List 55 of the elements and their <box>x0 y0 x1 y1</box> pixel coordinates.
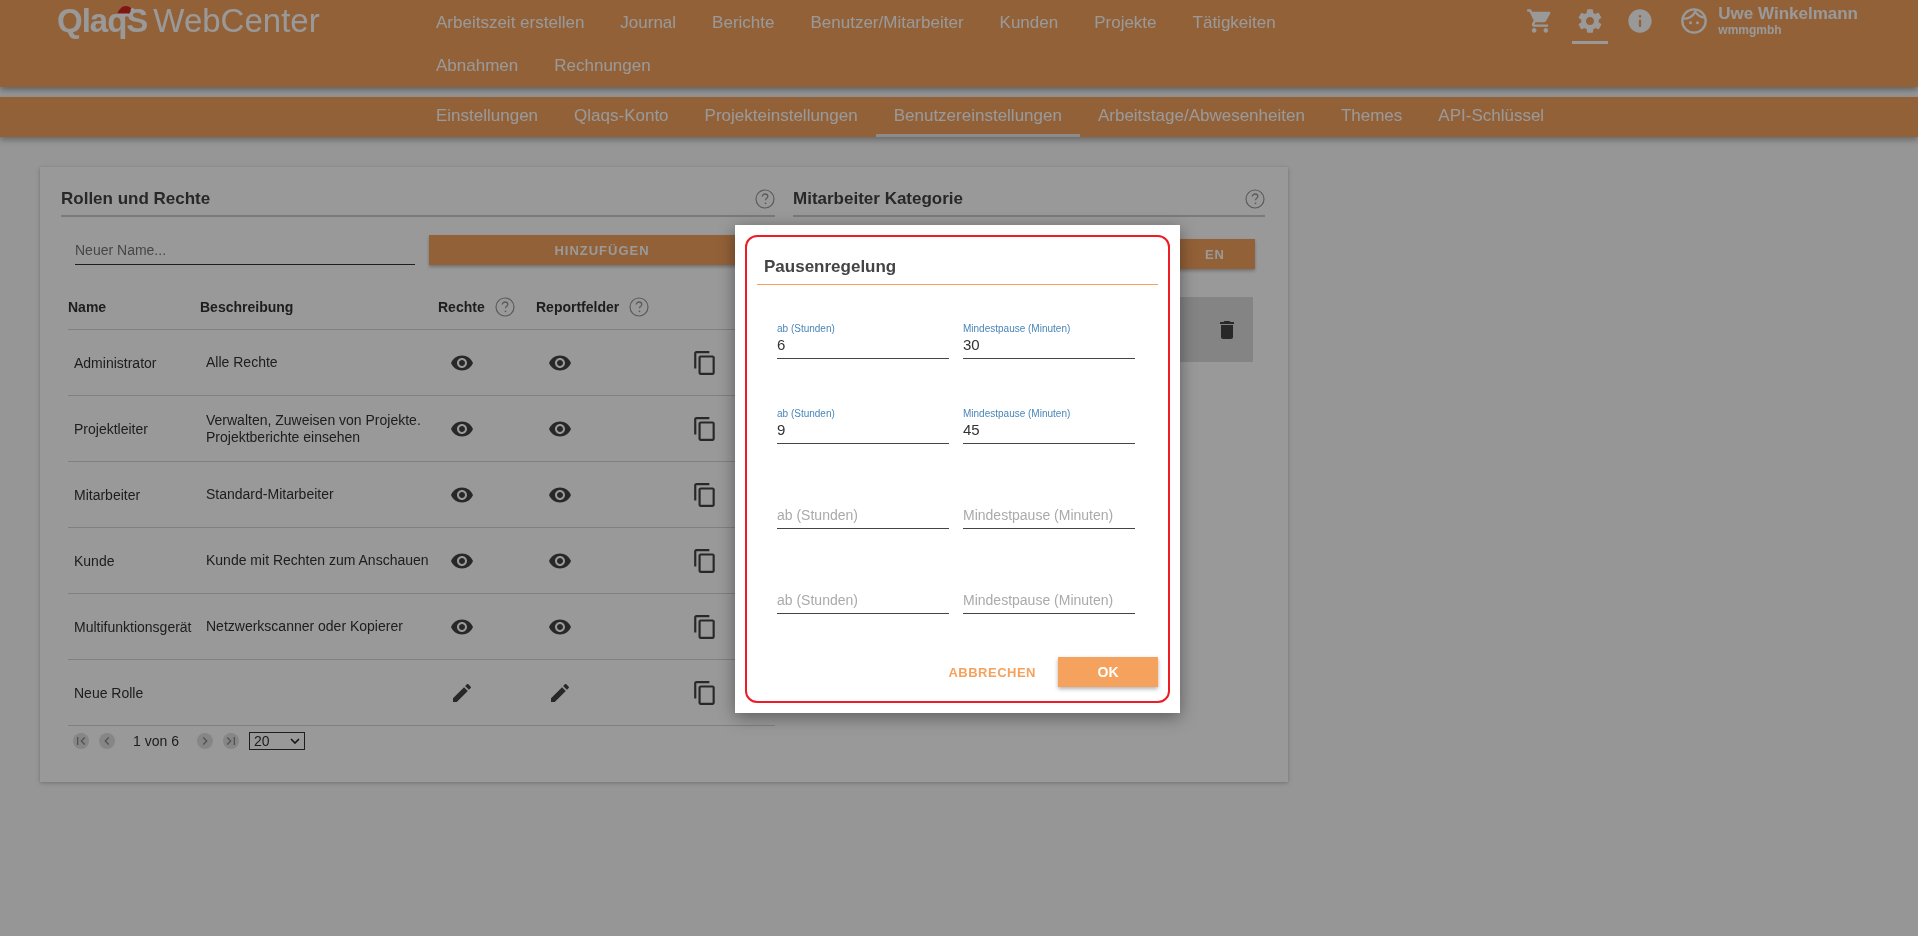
company-name: wmmgmbh <box>1718 24 1783 36</box>
logo-product: WebCenter <box>153 2 320 40</box>
nav-link[interactable]: Projekte <box>1077 1 1174 40</box>
number-field[interactable]: Mindestpause (Minuten) <box>963 506 1135 529</box>
number-field[interactable]: 45 <box>963 421 1135 444</box>
user-name[interactable]: Uwe Winkelmann <box>1718 5 1858 22</box>
field-label: ab (Stunden) <box>777 408 835 419</box>
role-description: Standard-Mitarbeiter <box>206 486 335 503</box>
section-title: Mitarbeiter Kategorie <box>793 189 964 209</box>
role-name: Projektleiter <box>74 420 148 437</box>
nav-link[interactable]: Tätigkeiten <box>1175 1 1293 40</box>
logo-brand[interactable]: QlaqS <box>57 2 148 40</box>
number-field[interactable]: ab (Stunden) <box>777 591 949 614</box>
number-field[interactable]: 30 <box>963 336 1135 359</box>
settings-tab[interactable]: Qlaqs-Konto <box>556 97 687 137</box>
settings-tab[interactable]: Arbeitstage/Abwesenheiten <box>1079 97 1323 137</box>
dialog-title: Pausenregelung <box>757 237 1158 285</box>
field-label: Mindestpause (Minuten) <box>963 323 1071 334</box>
role-description: Netzwerkscanner oder Kopierer <box>206 618 404 635</box>
nav-link[interactable]: Abnahmen <box>436 44 536 83</box>
role-name: Mitarbeiter <box>74 486 141 503</box>
page-indicator: 1 von 6 <box>133 733 179 749</box>
section-title: Rollen und Rechte <box>61 189 211 209</box>
column-header: Name <box>68 299 107 315</box>
settings-tab[interactable]: API-Schlüssel <box>1420 97 1563 137</box>
role-name: Kunde <box>74 552 115 569</box>
role-description: Verwalten, Zuweisen von Projekte. Projektberichte einsehen <box>206 411 422 446</box>
settings-tab[interactable]: Einstellungen <box>436 97 557 137</box>
nav-link[interactable]: Kunden <box>982 1 1076 40</box>
nav-link[interactable]: Rechnungen <box>537 44 668 83</box>
number-field[interactable]: Mindestpause (Minuten) <box>963 591 1135 614</box>
field-label: Mindestpause (Minuten) <box>963 408 1071 419</box>
column-header: Reportfelder <box>536 299 620 315</box>
settings-tab[interactable]: Benutzereinstellungen <box>875 97 1080 137</box>
nav-link[interactable]: Benutzer/Mitarbeiter <box>793 1 981 40</box>
nav-link[interactable]: Berichte <box>695 1 792 40</box>
field-label: ab (Stunden) <box>777 323 835 334</box>
number-field[interactable]: ab (Stunden) <box>777 506 949 529</box>
nav-link[interactable]: Arbeitszeit erstellen <box>436 1 602 40</box>
role-name: Administrator <box>74 354 157 371</box>
settings-tab[interactable]: Projekteinstellungen <box>686 97 876 137</box>
role-description: Alle Rechte <box>206 354 279 371</box>
page-size-select[interactable]: 20 <box>248 732 305 750</box>
role-name: Multifunktionsgerät <box>74 618 192 635</box>
column-header: Beschreibung <box>200 299 294 315</box>
column-header: Rechte <box>438 299 485 315</box>
nav-link[interactable]: Journal <box>603 1 694 40</box>
role-description: Kunde mit Rechten zum Anschauen <box>206 552 430 569</box>
number-field[interactable]: 9 <box>777 421 949 444</box>
role-name: Neue Rolle <box>74 684 144 701</box>
settings-tab[interactable]: Themes <box>1322 97 1421 137</box>
name-input-field[interactable]: Neuer Name... <box>75 235 415 265</box>
cancel-button[interactable]: ABBRECHEN <box>942 663 1042 681</box>
ok-button[interactable]: OK <box>1058 657 1158 687</box>
number-field[interactable]: 6 <box>777 336 949 359</box>
